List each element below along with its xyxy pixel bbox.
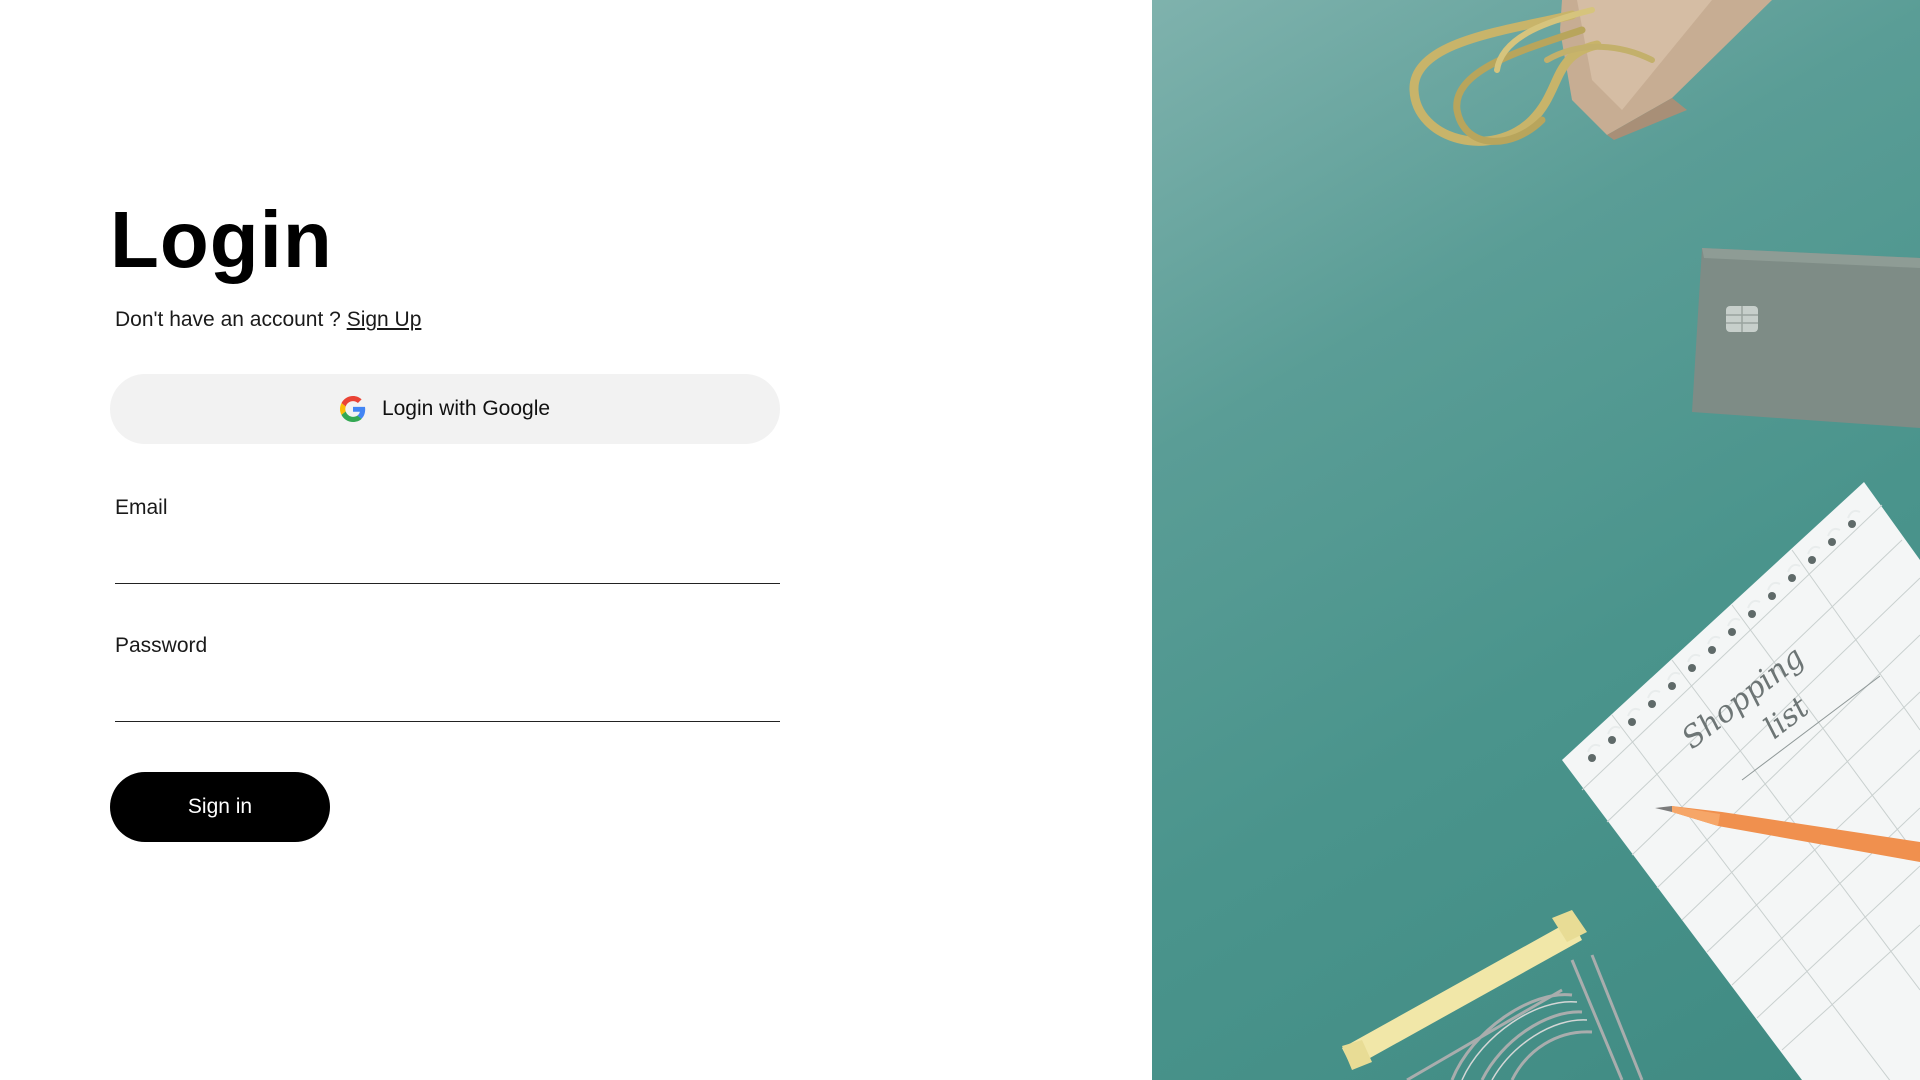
email-label: Email [115,496,168,519]
hero-image: Shopping list [1152,0,1920,1080]
no-account-text: Don't have an account ? [115,308,341,331]
sign-in-button[interactable]: Sign in [110,772,330,842]
google-icon [339,396,366,422]
shopping-illustration: Shopping list [1342,0,1920,1080]
email-field-group: Email [115,496,780,584]
page-title: Login [110,195,333,284]
login-page: Login Don't have an account ? Sign Up Lo… [0,0,1920,1080]
password-field-group: Password [115,634,780,722]
shopping-cart [1342,910,1644,1080]
email-field[interactable] [115,540,780,584]
login-form: Login Don't have an account ? Sign Up Lo… [110,190,780,842]
credit-card [1692,248,1920,428]
signup-link[interactable]: Sign Up [347,308,422,331]
password-field[interactable] [115,678,780,722]
google-button-label: Login with Google [381,397,551,420]
login-with-google-button[interactable]: Login with Google [110,374,780,444]
paper-bag [1409,0,1772,146]
signup-prompt: Don't have an account ? Sign Up [115,308,780,332]
login-panel: Login Don't have an account ? Sign Up Lo… [0,0,1152,1080]
notebook: Shopping list [1562,482,1920,1080]
password-label: Password [115,634,208,657]
